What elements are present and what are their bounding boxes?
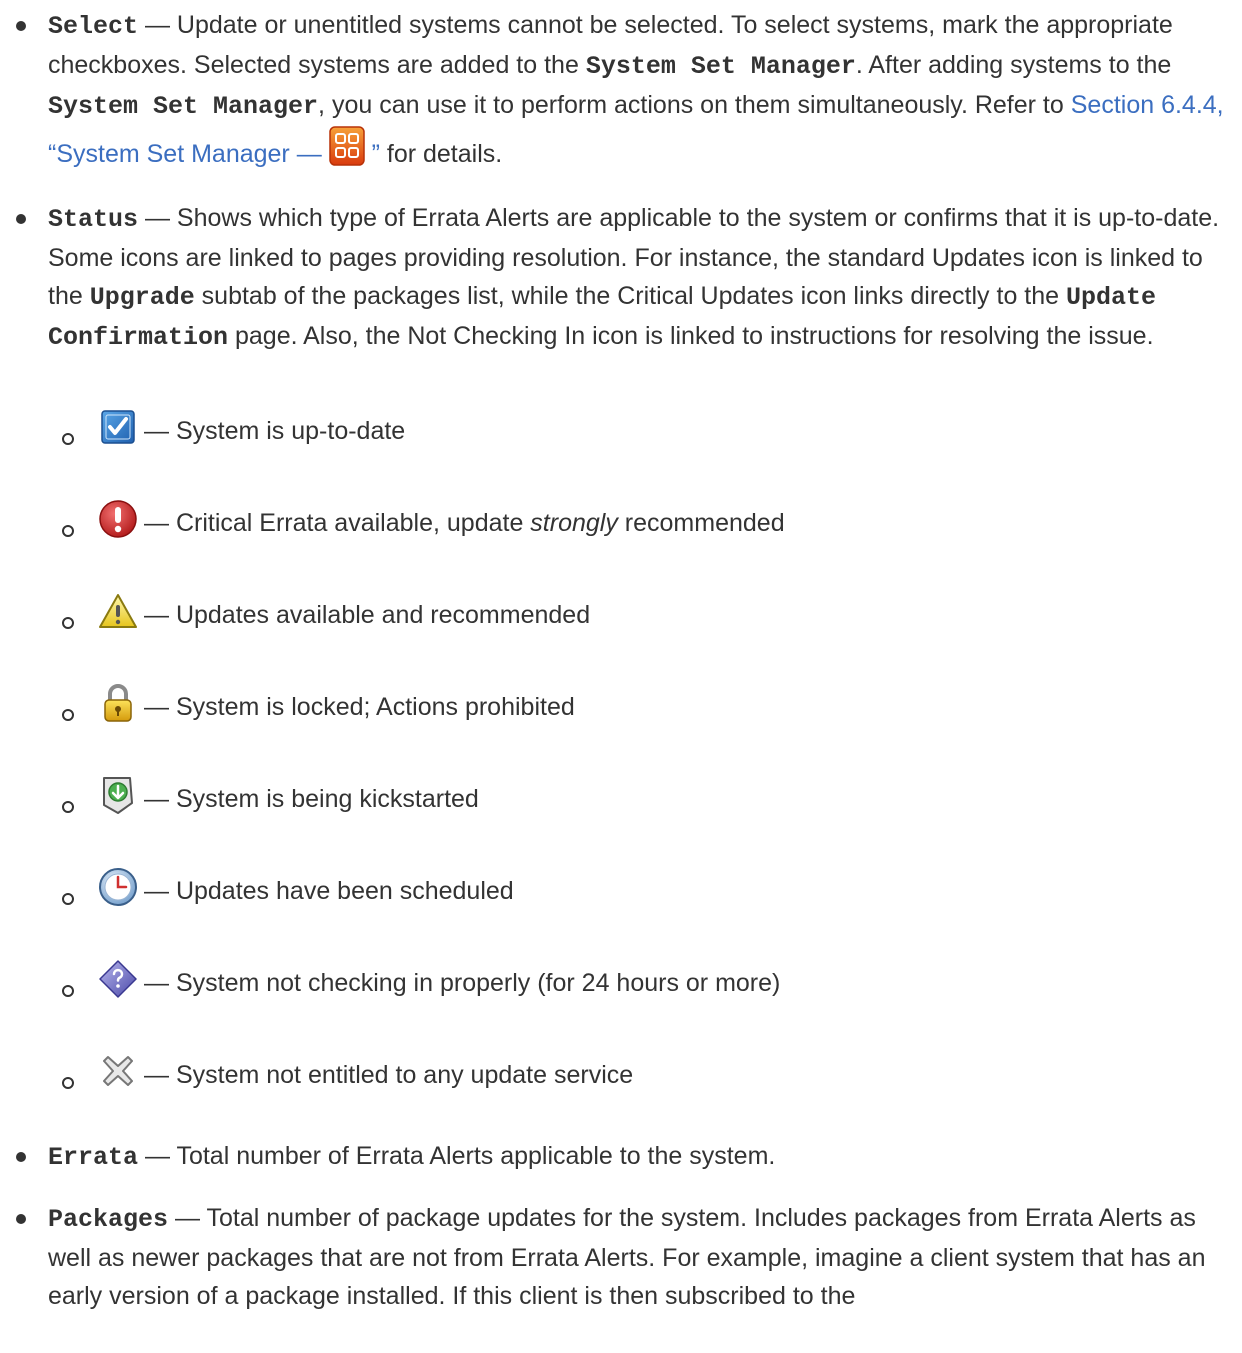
gui-upgrade: Upgrade [89,283,195,312]
kickstart-icon [98,775,138,815]
sub-bullet [62,433,74,445]
status-item-not-checking-in: — System not checking in properly (for 2… [48,931,1234,1023]
link-end: ” [364,140,380,168]
status-item-text: — System not checking in properly (for 2… [144,969,781,997]
list-item-packages: Packages — Total number of package updat… [0,1199,1242,1315]
sub-bullet [62,525,74,537]
status-item-updates-available: — Updates available and recommended [48,563,1234,655]
bullet [16,1152,26,1162]
bullet [16,214,26,224]
list-item-select: Select — Update or unentitled systems ca… [0,6,1242,177]
checkbox-check-icon [98,407,138,447]
status-item-unentitled: — System not entitled to any update serv… [48,1023,1234,1115]
bullet [16,21,26,31]
select-text-4: for details. [379,140,503,168]
status-item-kickstarting: — System is being kickstarted [48,747,1234,839]
column-description-list: Select — Update or unentitled systems ca… [0,6,1242,1315]
padlock-icon [98,683,138,723]
clock-icon [98,867,138,907]
status-item-up-to-date: — System is up-to-date [48,379,1234,471]
critical-emphasis: strongly [530,509,618,537]
warning-triangle-icon [98,591,138,631]
status-text-2: subtab of the packages list, while the C… [194,282,1066,310]
document-body: Select — Update or unentitled systems ca… [0,0,1242,1315]
gui-system-set-manager-2: System Set Manager [48,92,319,121]
list-item-errata: Errata — Total number of Errata Alerts a… [0,1137,1242,1177]
sub-bullet [62,709,74,721]
select-text-3: , you can use it to perform actions on t… [318,91,1071,119]
term-packages: Packages [48,1205,169,1234]
critical-text-after: recommended [617,509,785,537]
critical-alert-icon [98,499,138,539]
status-item-scheduled: — Updates have been scheduled [48,839,1234,931]
status-item-text: — System is being kickstarted [144,785,479,813]
term-status: Status [48,205,139,234]
gui-system-set-manager: System Set Manager [585,52,856,81]
status-item-text: — Critical Errata available, update stro… [144,507,785,539]
status-item-text: — System is locked; Actions prohibited [144,693,575,721]
status-item-text: — System not entitled to any update serv… [144,1061,634,1089]
status-item-text: — Updates available and recommended [144,601,591,629]
question-diamond-icon [98,959,138,999]
sub-bullet [62,1077,74,1089]
status-item-text: — System is up-to-date [144,417,406,445]
select-text-2: . After adding systems to the [855,51,1172,79]
status-icon-list: — System is up-to-date — Critical Errata… [48,379,1234,1115]
sub-bullet [62,801,74,813]
term-errata: Errata [48,1143,139,1172]
status-item-text: — Updates have been scheduled [144,877,514,905]
packages-text: — Total number of package updates for th… [48,1204,1206,1310]
critical-text-before: — Critical Errata available, update [144,509,531,537]
bullet [16,1214,26,1224]
system-set-manager-icon [328,126,365,177]
sub-bullet [62,893,74,905]
status-item-locked: — System is locked; Actions prohibited [48,655,1234,747]
unentitled-x-icon [98,1051,138,1091]
errata-text: — Total number of Errata Alerts applicab… [138,1142,776,1170]
list-item-status: Status — Shows which type of Errata Aler… [0,199,1242,1115]
status-text-3: page. Also, the Not Checking In icon is … [228,322,1154,350]
term-select: Select [48,12,139,41]
sub-bullet [62,985,74,997]
sub-bullet [62,617,74,629]
status-item-critical: — Critical Errata available, update stro… [48,471,1234,563]
